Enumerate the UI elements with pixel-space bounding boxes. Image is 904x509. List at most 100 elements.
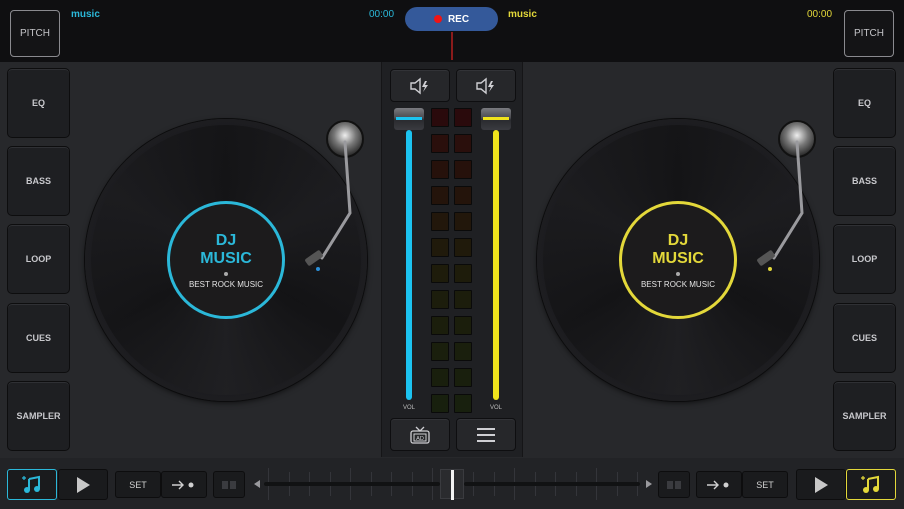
left-play-button[interactable] [58, 469, 108, 500]
right-set-cue-button[interactable]: SET [742, 471, 788, 498]
vu-meter-cell [431, 316, 449, 335]
right-track-name: music [508, 9, 537, 20]
right-label-title-2: MUSIC [652, 249, 704, 267]
sync-icon [222, 480, 236, 489]
right-volume-label: VOL [490, 405, 503, 411]
right-effect-button[interactable] [456, 69, 516, 102]
vu-meter-cell [431, 264, 449, 283]
right-volume-fader[interactable] [481, 108, 511, 130]
left-effect-button[interactable] [390, 69, 450, 102]
right-add-music-button[interactable] [846, 469, 896, 500]
menu-icon [477, 427, 495, 442]
record-marker [451, 32, 453, 60]
vu-meter-cell [454, 316, 472, 335]
left-volume-fader[interactable] [394, 108, 424, 130]
right-bass-button[interactable]: BASS [833, 146, 896, 216]
menu-button[interactable] [456, 418, 516, 451]
vu-meter-cell [454, 108, 472, 127]
mixer-panel: VOL VOL AD [381, 62, 523, 457]
vu-meter-cell [431, 238, 449, 257]
vu-meter-cell [454, 134, 472, 153]
add-music-icon [861, 475, 879, 493]
left-sync-button[interactable] [213, 471, 245, 498]
left-volume-label: VOL [403, 405, 416, 411]
right-eq-button[interactable]: EQ [833, 68, 896, 138]
vu-meter-cell [431, 108, 449, 127]
left-label-title-2: MUSIC [200, 249, 252, 267]
vu-meter-cell [431, 160, 449, 179]
left-set-cue-button[interactable]: SET [115, 471, 161, 498]
left-sampler-button[interactable]: SAMPLER [7, 381, 70, 451]
right-volume-track[interactable] [493, 130, 499, 400]
crossfader-knob[interactable] [440, 469, 464, 500]
ad-button[interactable]: AD [390, 418, 450, 451]
left-label-title-1: DJ [215, 231, 237, 249]
ad-text: AD [416, 436, 424, 442]
right-goto-cue-button[interactable] [696, 471, 742, 498]
add-music-icon [22, 475, 40, 493]
record-label: REC [447, 13, 470, 25]
crossfader-right-arrow[interactable] [646, 480, 652, 488]
right-label-title-1: DJ [667, 231, 689, 249]
left-record-label: DJ MUSIC BEST ROCK MUSIC [167, 201, 285, 319]
vu-meter-cell [454, 264, 472, 283]
left-time: 00:00 [369, 9, 395, 20]
left-loop-button[interactable]: LOOP [7, 224, 70, 294]
vu-meter-cell [431, 342, 449, 361]
right-cues-button[interactable]: CUES [833, 303, 896, 373]
right-stylus-light [768, 267, 772, 271]
dj-app: PITCH music 00:00 REC music 00:00 PITCH … [0, 0, 904, 509]
vu-meter-cell [431, 186, 449, 205]
vu-meter-cell [431, 290, 449, 309]
right-sampler-button[interactable]: SAMPLER [833, 381, 896, 451]
left-pitch-button[interactable]: PITCH [10, 10, 60, 57]
record-button[interactable]: REC [405, 7, 498, 31]
play-icon [815, 476, 828, 493]
vu-meter-cell [454, 368, 472, 387]
left-bass-button[interactable]: BASS [7, 146, 70, 216]
vu-meter-cell [454, 212, 472, 231]
right-play-button[interactable] [796, 469, 846, 500]
vu-meter-cell [454, 238, 472, 257]
play-icon [77, 476, 90, 493]
right-loop-button[interactable]: LOOP [833, 224, 896, 294]
vu-meter-cell [431, 212, 449, 231]
vu-meter-cell [454, 290, 472, 309]
vu-meter-cell [431, 368, 449, 387]
vu-meter-cell [454, 394, 472, 413]
top-bar: PITCH music 00:00 REC music 00:00 PITCH [0, 0, 904, 62]
right-time: 00:00 [807, 9, 833, 20]
left-cues-button[interactable]: CUES [7, 303, 70, 373]
right-spindle [676, 271, 680, 276]
vu-meter-cell [454, 342, 472, 361]
left-label-subtitle: BEST ROCK MUSIC [188, 279, 264, 289]
ad-tv-icon: AD [410, 426, 430, 444]
sync-icon [667, 480, 681, 489]
left-track-name: music [71, 9, 100, 20]
vu-meter-cell [431, 394, 449, 413]
right-pitch-button[interactable]: PITCH [844, 10, 894, 57]
record-dot-icon [433, 15, 442, 23]
right-cartridge [757, 250, 775, 266]
right-tonearm[interactable] [752, 118, 827, 278]
left-stylus-light [316, 267, 320, 271]
left-volume-track[interactable] [406, 130, 412, 400]
left-eq-button[interactable]: EQ [7, 68, 70, 138]
crossfader-left-arrow[interactable] [254, 480, 260, 488]
left-goto-cue-button[interactable] [161, 471, 207, 498]
left-spindle [224, 271, 228, 276]
vu-meter-cell [431, 134, 449, 153]
right-record-label: DJ MUSIC BEST ROCK MUSIC [619, 201, 737, 319]
right-label-subtitle: BEST ROCK MUSIC [640, 279, 716, 289]
crossfader-track-right[interactable] [464, 482, 640, 486]
right-sync-button[interactable] [658, 471, 690, 498]
crossfader-track-left[interactable] [264, 482, 440, 486]
left-tonearm[interactable] [300, 118, 375, 278]
vu-meter-cell [454, 160, 472, 179]
left-add-music-button[interactable] [7, 469, 57, 500]
speaker-effect-icon [410, 77, 428, 94]
arrow-to-cue-icon [172, 480, 194, 489]
speaker-effect-icon [476, 77, 494, 94]
vu-meter-cell [454, 186, 472, 205]
arrow-to-cue-icon [707, 480, 729, 489]
